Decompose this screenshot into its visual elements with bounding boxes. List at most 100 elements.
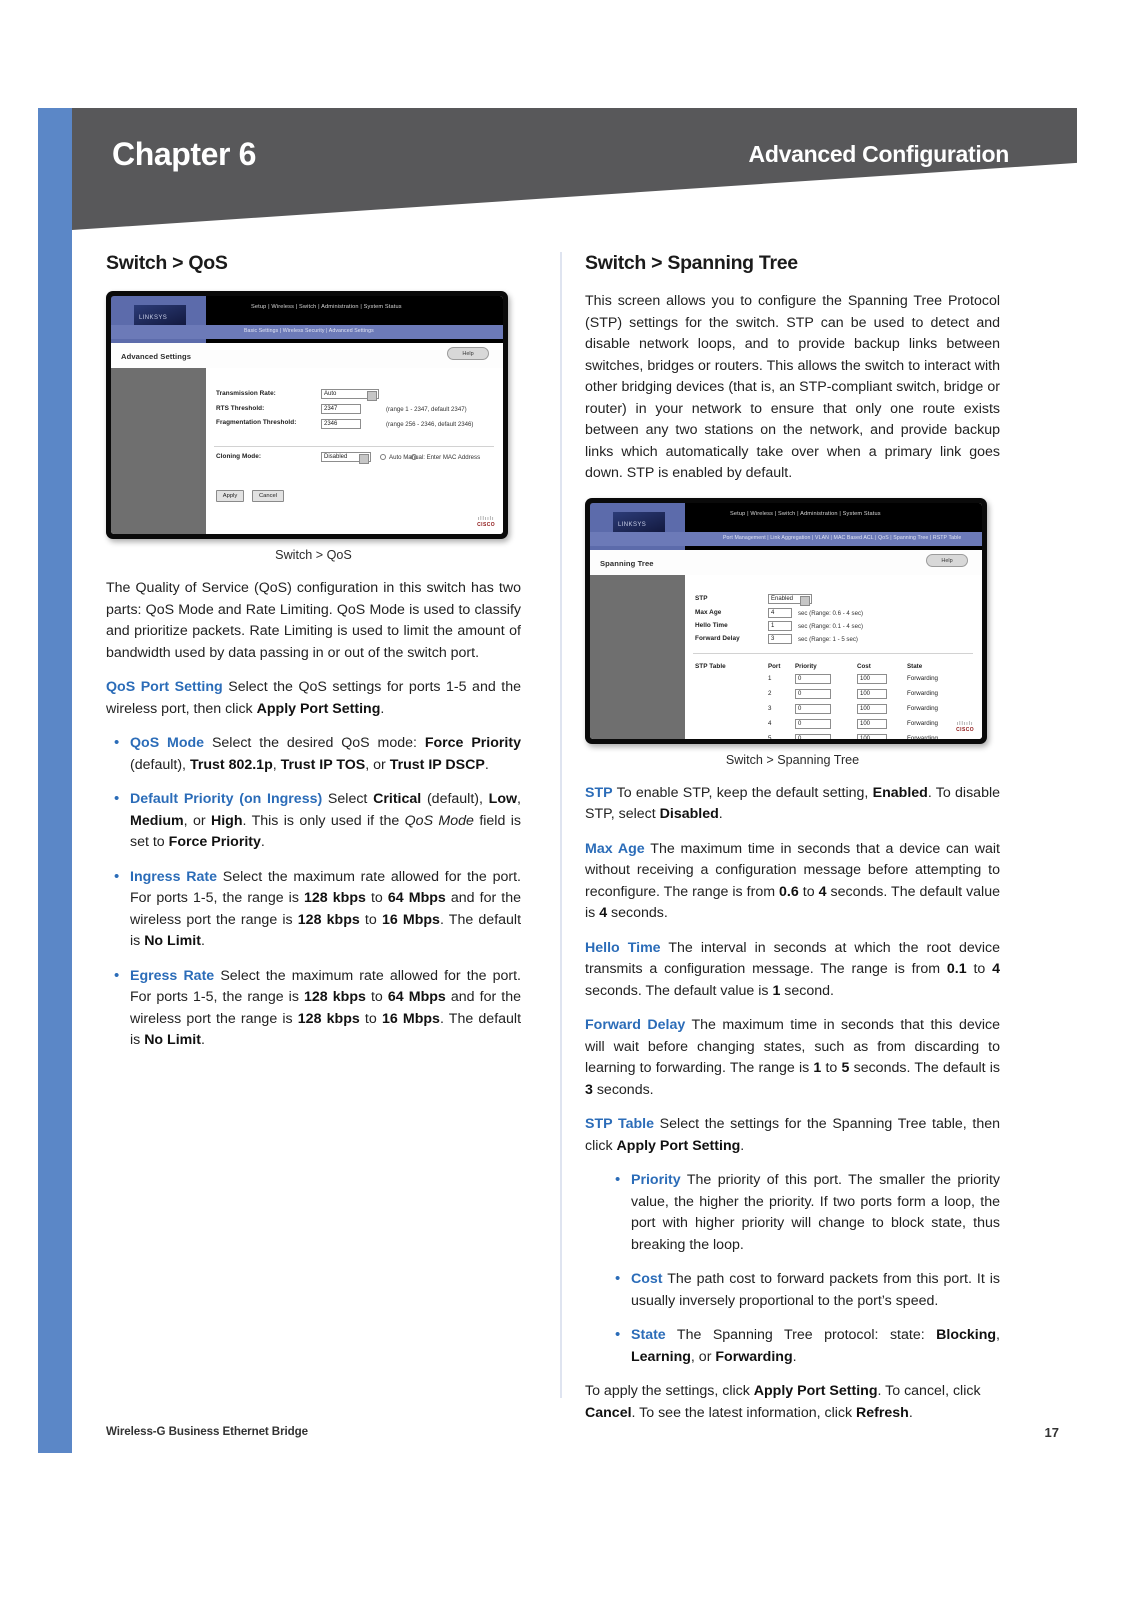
stp-row-state: Forwarding bbox=[907, 704, 938, 712]
text-run-4: seconds. The default is bbox=[849, 1060, 1001, 1076]
text-run-5: 128 kbps bbox=[297, 1010, 360, 1027]
text-run-4: , bbox=[272, 756, 281, 773]
text-run-3: Trust 802.1p bbox=[189, 756, 273, 773]
text-run-1: 0.6 bbox=[779, 883, 799, 900]
content-columns: Switch > QoS LINKSYS Setup | Wireless | … bbox=[106, 252, 1014, 1421]
qos-field-hint-3: Auto Manual: Enter MAC Address bbox=[389, 454, 481, 461]
text-run-5: Trust IP TOS bbox=[280, 756, 366, 773]
text-run-1: Apply Port Setting bbox=[753, 1383, 878, 1399]
text-run-5: 3 bbox=[585, 1081, 593, 1098]
text-run-10: . bbox=[200, 933, 205, 949]
text-run-3: Disabled bbox=[659, 806, 719, 822]
definition-lead: Max Age bbox=[585, 840, 645, 857]
stp-screenshot: LINKSYS Setup | Wireless | Switch | Admi… bbox=[585, 497, 987, 744]
list-item-lead: Default Priority (on Ingress) bbox=[130, 791, 323, 807]
text-run-6: to bbox=[359, 1010, 382, 1027]
text-run-0: Select the desired QoS mode: bbox=[204, 735, 425, 751]
text-run-2: to bbox=[798, 883, 819, 900]
text-run-9: No Limit bbox=[144, 1032, 201, 1048]
text-run-5: 128 kbps bbox=[297, 911, 360, 928]
stp-row-port: 3 bbox=[768, 704, 772, 712]
stp-shot-help-button[interactable]: Help bbox=[926, 553, 968, 567]
qos-field-value-0[interactable]: Auto bbox=[321, 389, 379, 401]
qos-shot-subnav[interactable]: Basic Settings | Wireless Security | Adv… bbox=[244, 328, 374, 334]
stp-shot-sidepanel bbox=[590, 574, 685, 739]
qos-field-value-3[interactable]: Disabled bbox=[321, 452, 371, 464]
stp-row-cost-input[interactable]: 100 bbox=[857, 688, 887, 699]
qos-port-setting-text-2: . bbox=[380, 700, 385, 717]
qos-field-value-2[interactable]: 2346 bbox=[321, 419, 361, 429]
list-item-lead: Cost bbox=[631, 1271, 663, 1287]
list-item-lead: State bbox=[631, 1327, 666, 1343]
stp-field-label-2: Hello Time bbox=[695, 621, 728, 629]
qos-cancel-button[interactable]: Cancel bbox=[252, 490, 284, 502]
stp-field-value-0[interactable]: Enabled bbox=[768, 593, 812, 606]
qos-shot-sidepanel bbox=[111, 368, 206, 534]
stp-row-cost-input[interactable]: 100 bbox=[857, 733, 887, 739]
qos-intro-paragraph: The Quality of Service (QoS) configurati… bbox=[106, 580, 521, 661]
left-section-heading: Switch > QoS bbox=[106, 252, 228, 274]
list-item: Egress Rate Select the maximum rate allo… bbox=[106, 965, 521, 1052]
stp-row-cost-input[interactable]: 100 bbox=[857, 718, 887, 729]
stp-field-hint-3: sec (Range: 1 - 5 sec) bbox=[798, 635, 858, 643]
qos-screenshot-frame: LINKSYS Setup | Wireless | Switch | Admi… bbox=[111, 296, 503, 534]
footer-page-number: 17 bbox=[1044, 1425, 1059, 1440]
text-run-2: to bbox=[365, 989, 388, 1005]
stp-field-hint-2: sec (Range: 0.1 - 4 sec) bbox=[798, 622, 864, 630]
stp-shot-nav[interactable]: Setup | Wireless | Switch | Administrati… bbox=[730, 511, 881, 517]
text-run-6: seconds. bbox=[592, 1081, 654, 1098]
qos-field-label-2: Fragmentation Threshold: bbox=[216, 419, 297, 426]
text-run-11: Force Priority bbox=[168, 834, 261, 850]
stp-shot-vendor: CISCO bbox=[956, 726, 974, 733]
page-spine-accent bbox=[38, 108, 72, 1453]
stp-row-priority-input[interactable]: 0 bbox=[795, 733, 831, 739]
stp-field-value-1[interactable]: 4 bbox=[768, 607, 792, 618]
stp-row-state: Forwarding bbox=[907, 674, 938, 682]
stp-row-port: 4 bbox=[768, 719, 772, 727]
text-run-3: 4 bbox=[818, 883, 827, 900]
stp-row-cost-input[interactable]: 100 bbox=[857, 673, 887, 684]
stp-field-value-2[interactable]: 1 bbox=[768, 620, 792, 631]
stp-row-port: 5 bbox=[768, 734, 772, 739]
right-section-heading: Switch > Spanning Tree bbox=[585, 252, 798, 274]
stp-bullet-list: Priority The priority of this port. The … bbox=[607, 1169, 1000, 1368]
text-run-4: seconds. The default value is bbox=[585, 982, 773, 999]
cisco-logo-icon: ıllıılı CISCO bbox=[956, 720, 974, 733]
text-run-5: Forwarding bbox=[715, 1348, 793, 1365]
text-run-0: To enable STP, keep the default setting, bbox=[612, 784, 873, 801]
qos-field-value-1[interactable]: 2347 bbox=[321, 404, 361, 414]
text-run-3: Learning bbox=[631, 1348, 691, 1365]
stp-row-cost-input[interactable]: 100 bbox=[857, 703, 887, 714]
stp-closing-paragraph: To apply the settings, click Apply Port … bbox=[585, 1381, 1000, 1424]
qos-figure-caption: Switch > QoS bbox=[275, 548, 352, 562]
qos-apply-button[interactable]: Apply bbox=[216, 490, 244, 502]
qos-port-setting-lead: QoS Port Setting bbox=[106, 679, 223, 695]
text-run-7: 16 Mbps bbox=[381, 1010, 440, 1027]
stp-intro-paragraph: This screen allows you to configure the … bbox=[585, 293, 1000, 481]
stp-shot-subnav[interactable]: Port Management | Link Aggregation | VLA… bbox=[723, 535, 961, 541]
stp-field-value-3[interactable]: 3 bbox=[768, 633, 792, 644]
text-run-0: The priority of this port. The smaller t… bbox=[631, 1172, 1000, 1253]
qos-shot-body: Transmission Rate: Auto RTS Threshold: 2… bbox=[206, 368, 503, 534]
stp-row-priority-input[interactable]: 0 bbox=[795, 673, 831, 684]
text-run-1: Apply Port Setting bbox=[616, 1137, 741, 1154]
qos-field-label-0: Transmission Rate: bbox=[216, 390, 276, 397]
qos-clone-auto-radio[interactable] bbox=[380, 454, 386, 460]
list-item: Cost The path cost to forward packets fr… bbox=[607, 1268, 1000, 1312]
stp-row-priority-input[interactable]: 0 bbox=[795, 688, 831, 699]
qos-field-hint-1: (range 1 - 2347, default 2347) bbox=[386, 406, 467, 413]
list-item-lead: Priority bbox=[631, 1172, 681, 1188]
text-run-1: 0.1 bbox=[946, 961, 967, 977]
stp-row-port: 2 bbox=[768, 689, 772, 697]
stp-row-priority-input[interactable]: 0 bbox=[795, 703, 831, 714]
stp-row-state: Forwarding bbox=[907, 689, 938, 697]
text-run-6: seconds. bbox=[607, 905, 668, 921]
chapter-header: Chapter 6 Advanced Configuration bbox=[72, 108, 1077, 230]
qos-shot-vendor: CISCO bbox=[477, 522, 495, 528]
stp-row-priority-input[interactable]: 0 bbox=[795, 718, 831, 729]
stp-th-cost: Cost bbox=[857, 662, 871, 670]
qos-shot-help-button[interactable]: Help bbox=[447, 347, 489, 360]
right-column: Switch > Spanning Tree This screen allow… bbox=[585, 252, 1000, 1437]
stp-figure-caption: Switch > Spanning Tree bbox=[725, 752, 860, 767]
qos-shot-nav[interactable]: Setup | Wireless | Switch | Administrati… bbox=[251, 304, 402, 310]
